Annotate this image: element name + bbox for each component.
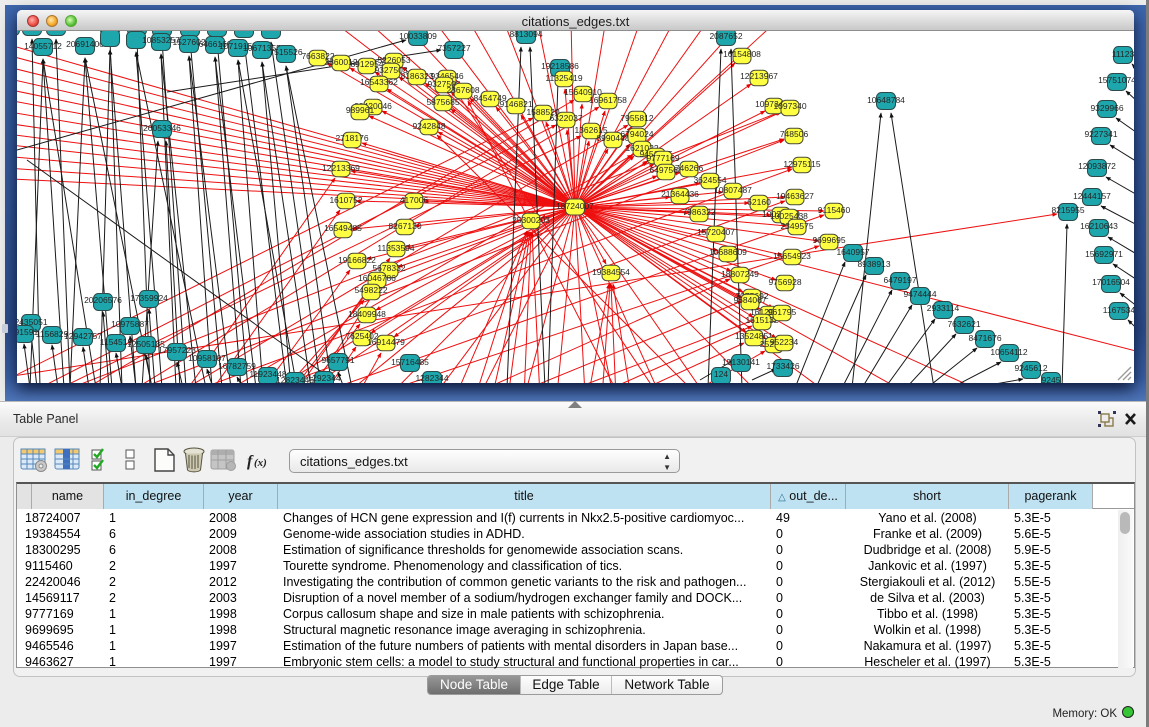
svg-text:20691406: 20691406 — [66, 39, 104, 49]
svg-text:124: 124 — [714, 369, 728, 379]
svg-text:10654112: 10654112 — [990, 347, 1027, 357]
svg-text:6794024: 6794024 — [620, 129, 653, 139]
svg-text:1640957: 1640957 — [836, 247, 869, 257]
svg-text:18724007: 18724007 — [556, 201, 594, 211]
svg-text:1292344: 1292344 — [307, 373, 340, 383]
svg-text:1167534: 1167534 — [1103, 305, 1134, 315]
svg-text:7955812: 7955812 — [620, 113, 653, 123]
svg-text:15716485: 15716485 — [391, 357, 429, 367]
svg-text:11353594: 11353594 — [377, 243, 414, 253]
svg-text:19384554: 19384554 — [592, 267, 630, 277]
svg-text:15720407: 15720407 — [697, 227, 735, 237]
svg-text:1097340: 1097340 — [773, 101, 806, 111]
svg-text:10648784: 10648784 — [867, 95, 905, 105]
svg-text:6322037: 6322037 — [549, 113, 582, 123]
svg-text:1282344: 1282344 — [415, 373, 448, 383]
svg-text:2718176: 2718176 — [335, 133, 368, 143]
svg-text:5498222: 5498222 — [354, 285, 387, 295]
svg-text:14055712: 14055712 — [24, 41, 62, 51]
svg-text:989961: 989961 — [346, 105, 375, 115]
svg-text:16210643: 16210643 — [1080, 221, 1118, 231]
svg-text:9329966: 9329966 — [1090, 103, 1123, 113]
svg-text:3624554: 3624554 — [693, 175, 726, 185]
svg-text:15654923: 15654923 — [773, 251, 811, 261]
svg-text:9227341: 9227341 — [1084, 129, 1117, 139]
svg-text:12213369: 12213369 — [322, 163, 360, 173]
svg-text:2087652: 2087652 — [709, 31, 742, 41]
svg-text:8813094: 8813094 — [509, 31, 542, 39]
svg-text:19166822: 19166822 — [338, 255, 376, 265]
svg-text:17359924: 17359924 — [130, 293, 168, 303]
svg-text:9684067: 9684067 — [733, 295, 766, 305]
svg-text:16543362: 16543362 — [360, 77, 398, 87]
svg-text:9699695: 9699695 — [812, 235, 845, 245]
svg-text:5678332: 5678332 — [372, 263, 405, 273]
svg-text:16914479: 16914479 — [367, 337, 405, 347]
svg-text:16154808: 16154808 — [723, 49, 761, 59]
svg-text:(x): (x) — [254, 457, 267, 469]
svg-text:9242848: 9242848 — [412, 121, 445, 131]
svg-text:17016504: 17016504 — [1092, 277, 1130, 287]
svg-text:417006: 417006 — [400, 195, 429, 205]
svg-text:1610752: 1610752 — [329, 195, 362, 205]
svg-text:7357227: 7357227 — [437, 43, 470, 53]
svg-text:952234: 952234 — [770, 337, 799, 347]
svg-text:16961758: 16961758 — [589, 95, 627, 105]
svg-text:16046786: 16046786 — [358, 273, 396, 283]
svg-text:2933114: 2933114 — [927, 303, 960, 313]
svg-text:2349575: 2349575 — [780, 221, 813, 231]
svg-text:746266: 746266 — [675, 163, 704, 173]
svg-text:10688609: 10688609 — [709, 247, 747, 257]
svg-text:7986322: 7986322 — [682, 207, 715, 217]
svg-text:10975887: 10975887 — [111, 319, 149, 329]
svg-text:11123: 11123 — [1112, 49, 1134, 59]
svg-text:20206576: 20206576 — [84, 295, 122, 305]
svg-text:8471676: 8471676 — [968, 333, 1001, 343]
svg-text:15751074: 15751074 — [1098, 75, 1134, 85]
svg-text:19218586: 19218586 — [541, 61, 579, 71]
svg-text:9245: 9245 — [1042, 375, 1061, 383]
svg-text:9474444: 9474444 — [903, 289, 936, 299]
svg-text:12213967: 12213967 — [740, 71, 778, 81]
svg-text:12444157: 12444157 — [1073, 191, 1111, 201]
svg-text:9777169: 9777169 — [646, 153, 679, 163]
svg-text:15692971: 15692971 — [1085, 249, 1123, 259]
svg-text:7632621: 7632621 — [947, 319, 980, 329]
svg-text:748506: 748506 — [780, 129, 809, 139]
svg-text:26053346: 26053346 — [143, 123, 181, 133]
svg-text:18807249: 18807249 — [721, 269, 759, 279]
svg-text:12975115: 12975115 — [783, 159, 820, 169]
svg-text:16549485: 16549485 — [324, 223, 362, 233]
svg-text:10033809: 10033809 — [399, 31, 437, 41]
svg-text:9756928: 9756928 — [768, 277, 801, 287]
svg-text:9115460: 9115460 — [818, 205, 851, 215]
svg-text:5875685: 5875685 — [426, 97, 459, 107]
svg-text:12093872: 12093872 — [1078, 161, 1116, 171]
svg-text:961795: 961795 — [768, 307, 797, 317]
svg-text:9245612: 9245612 — [1014, 363, 1047, 373]
svg-text:7515526: 7515526 — [269, 47, 302, 57]
svg-text:21364436: 21364436 — [661, 189, 699, 199]
svg-text:25300203: 25300203 — [512, 215, 550, 225]
svg-text:8267130: 8267130 — [388, 221, 421, 231]
svg-text:8215955: 8215955 — [1051, 205, 1084, 215]
svg-text:19463627: 19463627 — [776, 191, 814, 201]
svg-text:18409948: 18409948 — [348, 309, 386, 319]
svg-text:6479197: 6479197 — [883, 275, 916, 285]
svg-text:12942757: 12942757 — [64, 331, 102, 341]
svg-text:10807487: 10807487 — [714, 185, 752, 195]
svg-text:1733426: 1733426 — [766, 361, 799, 371]
svg-text:9657791: 9657791 — [321, 355, 354, 365]
svg-text:11325419: 11325419 — [545, 73, 582, 83]
svg-text:15130141: 15130141 — [722, 357, 760, 367]
svg-text:62160: 62160 — [747, 197, 771, 207]
svg-text:f: f — [247, 453, 254, 470]
svg-text:8938913: 8938913 — [857, 259, 890, 269]
